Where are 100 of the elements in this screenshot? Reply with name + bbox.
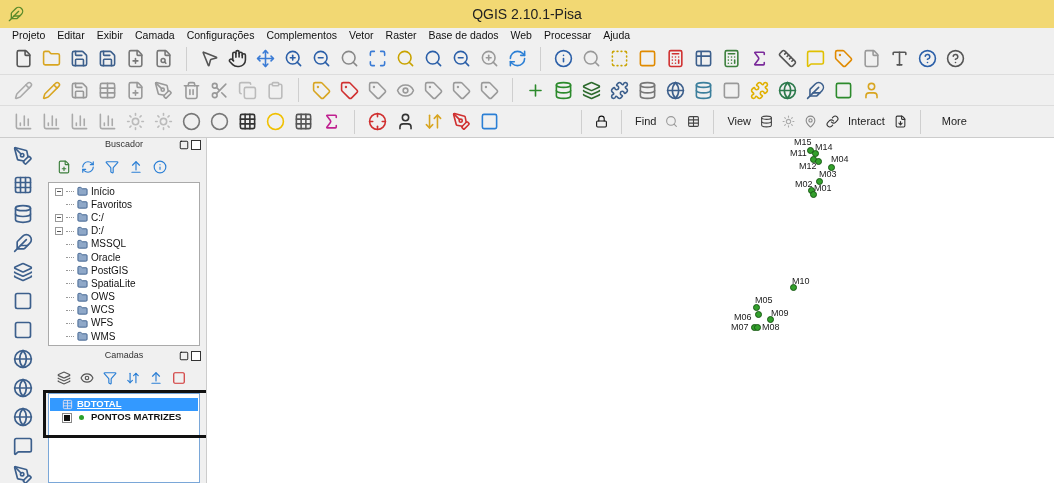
toolbar-label: Interact [848, 114, 885, 130]
menu-item[interactable]: Vetor [349, 28, 374, 44]
point-label: M02 [795, 180, 813, 189]
tree-item[interactable]: Favoritos [91, 199, 133, 210]
grid-icon[interactable] [238, 112, 257, 131]
clipboard-icon[interactable] [266, 80, 285, 100]
table-icon [62, 399, 73, 410]
stack-icon[interactable] [760, 115, 774, 128]
close-icon[interactable] [191, 351, 201, 361]
point-label: M04 [831, 155, 849, 164]
tree-item[interactable]: OWS [91, 292, 115, 303]
lock-icon[interactable] [595, 115, 608, 128]
tree-item[interactable]: WCS [91, 305, 115, 316]
layers-icon[interactable] [57, 371, 71, 385]
pencil-icon[interactable] [42, 80, 61, 100]
pointer-icon[interactable] [200, 49, 219, 68]
panel-title: Camadas [104, 349, 144, 363]
menu-item[interactable]: Exibir [96, 28, 123, 44]
puzzle-icon[interactable] [610, 80, 629, 100]
link-icon[interactable] [826, 115, 840, 128]
point-symbol-icon [79, 415, 84, 420]
new-document-icon[interactable] [14, 49, 33, 68]
tree-item[interactable]: D:/ [91, 226, 104, 237]
point-label: M10 [792, 277, 810, 286]
crosshair-icon[interactable] [368, 112, 387, 131]
point-label: M09 [771, 309, 789, 318]
map-point [767, 316, 774, 323]
attribute-table-icon[interactable] [694, 49, 713, 68]
menu-item[interactable]: Raster [385, 28, 417, 44]
ruler-icon[interactable] [778, 49, 797, 68]
table-icon[interactable] [687, 115, 701, 128]
menu-item[interactable]: Projeto [12, 28, 46, 44]
save-edits-icon[interactable] [70, 80, 89, 100]
filter-icon[interactable] [105, 160, 119, 174]
refresh-icon[interactable] [508, 49, 527, 68]
database-icon[interactable] [554, 80, 573, 100]
close-icon[interactable] [191, 140, 201, 150]
toolbar-label: Find [635, 114, 657, 130]
scissors-icon[interactable] [210, 80, 229, 100]
point-label: M08 [762, 323, 780, 332]
label-icon[interactable] [312, 80, 331, 100]
toolbar-label: View [727, 114, 752, 130]
hand-icon[interactable] [228, 49, 247, 68]
layer-name: BDTOTAL [77, 397, 122, 412]
tree-item[interactable]: MSSQL [91, 239, 126, 250]
globe-icon[interactable] [778, 80, 797, 100]
zoom-in-icon[interactable] [284, 49, 303, 68]
point-label: M03 [819, 170, 837, 179]
point-label: M12 [799, 162, 817, 171]
tree-item[interactable]: WMS [91, 331, 116, 342]
help-icon[interactable] [918, 49, 937, 68]
tree-item[interactable]: Oracle [91, 252, 121, 263]
feather-icon[interactable] [806, 80, 825, 100]
tree-item[interactable]: SpatiaLite [91, 278, 136, 289]
field-calculator-icon[interactable] [722, 49, 741, 68]
pin-icon[interactable] [804, 115, 818, 128]
map-point [790, 284, 797, 291]
more-button[interactable]: More [933, 109, 975, 134]
search-icon[interactable] [665, 115, 679, 128]
menu-item[interactable]: Editar [57, 28, 85, 44]
figure-icon[interactable] [862, 80, 881, 100]
tree-item[interactable]: Início [91, 186, 115, 197]
tree-item[interactable]: WFS [91, 318, 114, 329]
new-layout-icon[interactable] [126, 49, 145, 68]
tree-item[interactable]: C:/ [91, 212, 104, 223]
layer-checkbox[interactable] [62, 412, 72, 423]
layers-icon[interactable] [582, 80, 601, 100]
zoom-out-icon[interactable] [312, 49, 331, 68]
folder-icon[interactable] [42, 49, 61, 68]
text-annotation-icon[interactable] [890, 49, 909, 68]
save-as-icon[interactable] [98, 49, 117, 68]
layer-row[interactable]: PONTOS MATRIZES [50, 411, 198, 424]
menu-item[interactable]: Complementos [266, 28, 338, 44]
square-icon[interactable] [834, 80, 853, 100]
menu-item[interactable]: Ajuda [603, 28, 631, 44]
sun-icon[interactable] [782, 115, 796, 128]
eye-icon[interactable] [80, 371, 94, 385]
file-icon[interactable] [893, 115, 907, 128]
point-label: M15 [794, 138, 812, 147]
add-icon[interactable] [57, 160, 71, 174]
point-label: M14 [815, 143, 833, 152]
filter-icon[interactable] [103, 371, 117, 385]
map-point [828, 164, 835, 171]
menu-item[interactable]: Base de dados [428, 28, 499, 44]
info-icon[interactable] [153, 160, 167, 174]
menu-item[interactable]: Web [510, 28, 532, 44]
trash-icon[interactable] [182, 80, 201, 100]
app-icon [8, 6, 24, 22]
menu-item[interactable]: Processar [543, 28, 592, 44]
menu-item[interactable]: Camada [135, 28, 175, 44]
point-label: M01 [814, 184, 832, 193]
point-label: M05 [755, 296, 773, 305]
refresh-icon[interactable] [81, 160, 95, 174]
point-label: M11 [790, 149, 807, 158]
map-point [816, 178, 823, 185]
pencils-icon[interactable] [14, 80, 33, 100]
panel-title: Buscador [105, 138, 143, 152]
menu-item[interactable]: Configurações [186, 28, 255, 44]
database-stack-icon[interactable] [694, 80, 713, 100]
tree-item[interactable]: PostGIS [91, 265, 129, 276]
